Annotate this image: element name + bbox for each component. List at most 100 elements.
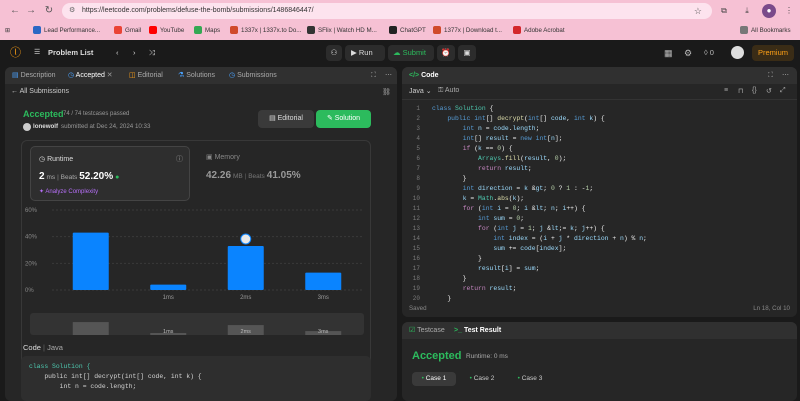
extensions-icon[interactable]: ⧉ <box>717 4 731 18</box>
analyze-complexity-link[interactable]: ✦ Analyze Complexity <box>39 188 98 195</box>
submit-button[interactable]: ☁ Submit <box>388 45 434 61</box>
reset-icon[interactable]: ↺ <box>766 87 772 95</box>
language-select[interactable]: Java ⌄ <box>409 87 432 95</box>
code-text: Arrays.fill(result, 0); <box>478 155 567 162</box>
forward-icon[interactable]: → <box>24 4 38 18</box>
premium-button[interactable]: Premium <box>752 45 794 61</box>
shuffle-icon[interactable]: ⤨ <box>149 40 155 66</box>
arrow-left-icon: ← <box>11 88 20 95</box>
editor-more-icon[interactable]: ⋯ <box>782 67 789 84</box>
bookmark-4[interactable]: 1337x | 1337x.to Do... <box>230 25 301 37</box>
tab-editorial[interactable]: ◫ Editorial <box>129 67 163 84</box>
code-lang: Java <box>47 343 63 352</box>
code-text: int index = (i + j * direction + n) % n; <box>493 235 647 242</box>
bookmark-8[interactable]: Adobe Acrobat <box>513 25 565 37</box>
memory-stat: 42.26 MB | Beats 41.05% <box>206 170 301 181</box>
all-submissions-link[interactable]: ← All Submissions <box>11 88 69 95</box>
info-icon[interactable]: ⓘ <box>176 154 183 164</box>
tab-submissions[interactable]: ◷ Submissions <box>229 67 277 84</box>
format-icon[interactable]: ≡ <box>724 87 728 94</box>
bookmark-7[interactable]: 1377x | Download t... <box>433 25 502 37</box>
more-icon[interactable]: ⋯ <box>385 67 392 84</box>
code-editor[interactable]: 1 class Solution {2 public int[] decrypt(… <box>402 104 797 304</box>
bookmark-icon[interactable]: ⊓ <box>738 87 743 95</box>
case-3-tab[interactable]: • Case 3 <box>508 372 552 386</box>
bookmark-star-icon[interactable]: ☆ <box>694 3 702 19</box>
memory-chip-icon: ▣ <box>206 154 215 161</box>
line-number: 13 <box>412 225 420 232</box>
solution-button[interactable]: ✎ Solution <box>316 110 371 128</box>
case-1-tab[interactable]: • Case 1 <box>412 372 456 386</box>
editorial-button[interactable]: ▤ Editorial <box>258 110 314 128</box>
memory-label[interactable]: ▣ Memory <box>206 153 240 161</box>
editor-tab-bar: </> Code ⛶ ⋯ <box>402 67 797 84</box>
leetcode-logo-icon[interactable]: ⓛ <box>10 40 21 66</box>
bookmark-6[interactable]: ChatGPT <box>389 25 426 37</box>
site-1377x-icon <box>433 26 441 35</box>
settings-icon[interactable]: ⚙ <box>684 40 692 66</box>
runtime-value: 2 <box>39 171 45 182</box>
notes-icon[interactable]: ▣ <box>458 45 476 61</box>
terminal-icon: >_ <box>454 327 464 334</box>
left-tab-bar: ▤ Description ◷ Accepted ✕ ◫ Editorial ⚗… <box>5 67 397 84</box>
code-text: int n = code.length; <box>462 125 540 132</box>
saved-status: Saved <box>409 305 427 312</box>
runtime-beats-value: 52.20% <box>79 171 114 182</box>
bar <box>150 284 187 290</box>
runtime-beats-label: Beats <box>60 174 78 181</box>
cursor-position: Ln 18, Col 10 <box>753 305 790 312</box>
bookmark-0[interactable]: Lead Performance... <box>33 25 100 37</box>
layout-icon[interactable]: ▦ <box>664 40 673 66</box>
tab-accepted[interactable]: ◷ Accepted ✕ <box>68 67 113 84</box>
submitter-name[interactable]: lonewolf <box>33 123 58 130</box>
profile-avatar[interactable]: ● <box>762 4 776 18</box>
bookmark-5[interactable]: SFlix | Watch HD M... <box>307 25 377 37</box>
problem-list-link[interactable]: Problem List <box>48 40 93 66</box>
prev-problem-icon[interactable]: ‹ <box>116 40 119 66</box>
apps-icon[interactable]: ⊞ <box>5 25 10 37</box>
bookmark-1[interactable]: Gmail <box>114 25 141 37</box>
line-number: 1 <box>416 105 420 112</box>
code-text: public int[] decrypt(int[] code, int k) … <box>447 115 605 122</box>
runtime-label: ◷ Runtime <box>39 156 74 163</box>
code-label: Code <box>23 343 41 352</box>
maximize-icon[interactable]: ⛶ <box>371 67 376 84</box>
submitted-at: submitted at Dec 24, 2024 10:33 <box>61 123 151 130</box>
user-avatar[interactable] <box>731 46 744 59</box>
runtime-box[interactable]: ◷ Runtime ⓘ 2 ms | Beats 52.20% ● ✦ Anal… <box>30 146 190 201</box>
url-text: https://leetcode.com/problems/defuse-the… <box>82 7 314 14</box>
tab-description[interactable]: ▤ Description <box>12 67 56 84</box>
debug-icon[interactable]: ⚇ <box>326 45 342 61</box>
menu-icon[interactable]: ⋮ <box>782 4 796 18</box>
bar <box>305 272 342 290</box>
line-number: 17 <box>412 265 420 272</box>
link-icon[interactable]: ⛓ <box>382 88 391 96</box>
bookmark-3[interactable]: Maps <box>194 25 220 37</box>
cloud-upload-icon: ☁ <box>393 48 403 57</box>
tab-test-result[interactable]: >_ Test Result <box>454 322 501 339</box>
auto-mode-toggle[interactable]: ⚿ Auto <box>438 87 459 95</box>
streak-counter[interactable]: ◊ 0 <box>704 40 714 66</box>
tab-solutions[interactable]: ⚗ Solutions <box>178 67 215 84</box>
bookmark-2[interactable]: YouTube <box>149 25 184 37</box>
line-number: 16 <box>412 255 420 262</box>
timer-icon[interactable]: ⏰ <box>437 45 455 61</box>
reload-icon[interactable]: ↻ <box>42 4 56 18</box>
tab-code[interactable]: </> Code <box>409 67 439 84</box>
fullscreen-icon[interactable]: ⤢ <box>780 87 786 95</box>
case-2-tab[interactable]: • Case 2 <box>460 372 504 386</box>
download-icon[interactable]: ⤓ <box>740 4 754 18</box>
line-number: 14 <box>412 235 420 242</box>
address-bar[interactable]: ⚙ https://leetcode.com/problems/defuse-t… <box>62 3 712 19</box>
next-problem-icon[interactable]: › <box>133 40 136 66</box>
code-text: int direction = k &gt; 0 ? 1 : -1; <box>462 185 594 192</box>
maximize-editor-icon[interactable]: ⛶ <box>768 67 773 84</box>
x-tick-label: 3ms <box>318 295 329 301</box>
run-button[interactable]: ▶ Run <box>345 45 385 61</box>
tab-testcase[interactable]: ☑ Testcase <box>409 322 445 339</box>
back-icon[interactable]: ← <box>8 4 22 18</box>
braces-icon[interactable]: {} <box>752 87 757 94</box>
site-info-icon[interactable]: ⚙ <box>69 3 75 19</box>
code-text: return result; <box>478 165 532 172</box>
all-bookmarks[interactable]: All Bookmarks <box>740 25 791 37</box>
